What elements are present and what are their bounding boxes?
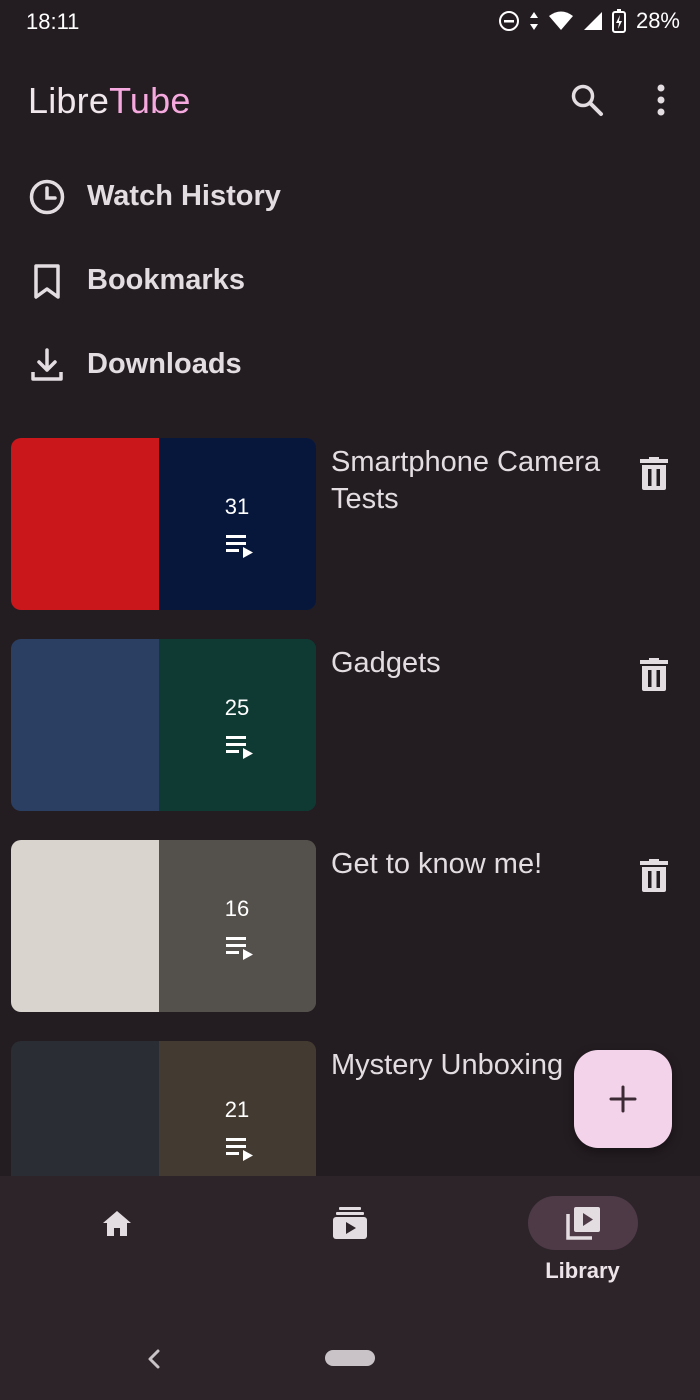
playlist-thumbnail[interactable]: 21 xyxy=(11,1041,316,1176)
playlist-thumbnail[interactable]: 25 xyxy=(11,639,316,811)
wifi-icon xyxy=(548,11,573,30)
trash-icon xyxy=(640,658,668,691)
thumbnail-left-image xyxy=(11,639,159,811)
home-icon xyxy=(102,1211,131,1236)
data-arrows-icon xyxy=(529,12,538,30)
battery-percent: 28% xyxy=(635,8,680,33)
playlist-title: Gadgets xyxy=(331,647,441,679)
menu-item-bookmarks[interactable]: Bookmarks xyxy=(0,244,700,316)
nav-library[interactable]: Library xyxy=(466,1196,699,1296)
menu-label-downloads: Downloads xyxy=(87,348,242,380)
nav-home-indicator xyxy=(62,1196,172,1250)
plus-icon xyxy=(609,1085,637,1113)
status-bar: 18:11 28% xyxy=(0,0,700,44)
playlist-title: Mystery Unboxing xyxy=(331,1049,564,1081)
top-app-bar: LibreTube xyxy=(0,60,700,140)
nav-library-label: Library xyxy=(545,1258,620,1283)
create-playlist-fab[interactable] xyxy=(574,1050,672,1148)
thumbnail-left-image xyxy=(11,438,159,610)
download-icon xyxy=(31,348,63,381)
menu-item-downloads[interactable]: Downloads xyxy=(0,328,700,400)
thumbnail-overlay xyxy=(159,639,316,811)
thumbnail-overlay xyxy=(159,840,316,1012)
library-icon xyxy=(565,1207,600,1240)
status-icons: 28% xyxy=(498,8,680,34)
bottom-navigation: Library xyxy=(0,1176,700,1400)
nav-subscriptions[interactable] xyxy=(233,1196,466,1296)
thumbnail-left-image xyxy=(11,1041,159,1176)
bookmark-icon xyxy=(34,264,60,299)
video-count: 21 xyxy=(224,1097,250,1122)
cell-signal-icon xyxy=(583,12,602,30)
battery-icon xyxy=(611,9,626,33)
overflow-menu-button[interactable] xyxy=(639,78,683,122)
playlist-row[interactable]: 25 Gadgets xyxy=(0,639,700,814)
system-back-icon[interactable] xyxy=(140,1344,170,1374)
do-not-disturb-icon xyxy=(498,11,519,31)
playlist-play-icon xyxy=(226,736,253,759)
app-title-tube: Tube xyxy=(109,80,191,121)
more-vert-icon xyxy=(657,84,665,116)
search-button[interactable] xyxy=(565,78,609,122)
playlist-title: Smartphone Camera Tests xyxy=(331,446,601,515)
status-time: 18:11 xyxy=(26,9,80,34)
video-count: 25 xyxy=(224,695,250,720)
playlist-row[interactable]: 16 Get to know me! xyxy=(0,840,700,1015)
clock-icon xyxy=(29,179,65,215)
playlist-play-icon xyxy=(226,1138,253,1161)
nav-home[interactable] xyxy=(0,1196,233,1296)
playlist-row[interactable]: 31 Smartphone Camera Tests xyxy=(0,438,700,613)
thumbnail-left-image xyxy=(11,840,159,1012)
delete-playlist-button[interactable] xyxy=(632,854,676,898)
video-count: 16 xyxy=(224,896,250,921)
app-title-libre: Libre xyxy=(28,80,110,121)
menu-label-bookmarks: Bookmarks xyxy=(87,264,245,296)
trash-icon xyxy=(640,859,668,892)
nav-subscriptions-indicator xyxy=(295,1196,405,1250)
playlist-thumbnail[interactable]: 16 xyxy=(11,840,316,1012)
system-home-pill[interactable] xyxy=(325,1350,375,1366)
nav-library-indicator xyxy=(527,1196,638,1250)
playlist-title: Get to know me! xyxy=(331,848,543,880)
delete-playlist-button[interactable] xyxy=(632,452,676,496)
app-title: LibreTube xyxy=(28,80,191,122)
playlist-play-icon xyxy=(226,937,253,960)
video-count: 31 xyxy=(224,494,250,519)
playlist-play-icon xyxy=(226,535,253,558)
menu-item-watch-history[interactable]: Watch History xyxy=(0,160,700,232)
search-icon xyxy=(571,84,603,116)
delete-playlist-button[interactable] xyxy=(632,653,676,697)
menu-label-watch-history: Watch History xyxy=(87,180,281,212)
playlist-thumbnail[interactable]: 31 xyxy=(11,438,316,610)
trash-icon xyxy=(640,457,668,490)
thumbnail-overlay xyxy=(159,438,316,610)
subscriptions-icon xyxy=(332,1207,367,1239)
